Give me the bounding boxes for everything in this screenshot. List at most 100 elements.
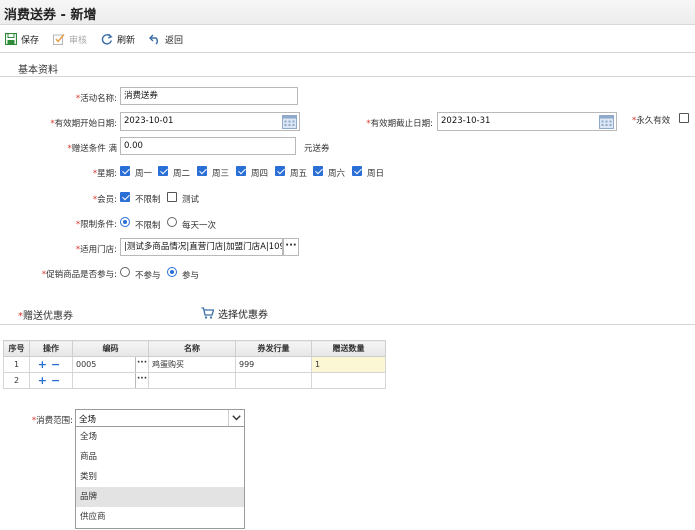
col-header-name: 名称	[148, 340, 236, 357]
row-issue: 999	[235, 356, 312, 373]
weekday-label-mon: 周一	[135, 169, 153, 179]
weekday-checkbox-sun[interactable]	[352, 166, 362, 176]
weekday-label-sat: 周六	[328, 169, 346, 179]
scope-option-brand[interactable]: 品牌	[76, 487, 244, 507]
row-code-cell[interactable]: ···	[72, 372, 149, 389]
audit-label: 审核	[69, 35, 88, 46]
select-coupon-button[interactable]: 选择优惠券	[201, 306, 268, 321]
promo-no-radio[interactable]	[120, 267, 130, 277]
weekday-label-sun: 周日	[367, 169, 385, 179]
promo-participate-label: *促销商品是否参与:	[41, 270, 117, 280]
row-name	[148, 372, 236, 389]
end-date-value: 2023-10-31	[441, 116, 491, 126]
save-button[interactable]: 保存	[5, 32, 39, 46]
weekday-checkbox-fri[interactable]	[275, 166, 285, 176]
weekday-label-thu: 周四	[251, 169, 269, 179]
weekday-checkbox-sat[interactable]	[313, 166, 323, 176]
coupon-section-title: *赠送优惠券	[18, 311, 73, 322]
stores-input[interactable]: |测试多商品情况|直营门店|加盟门店A|1090	[120, 238, 283, 256]
gift-condition-suffix: 元送券	[304, 144, 330, 154]
refresh-icon	[101, 33, 113, 45]
scope-option-supplier[interactable]: 供应商	[76, 507, 244, 527]
col-header-quantity: 赠送数量	[311, 340, 386, 357]
basic-section-title: 基本资料	[18, 65, 58, 76]
member-unlimited-checkbox[interactable]	[120, 192, 130, 202]
col-header-code: 编码	[72, 340, 149, 357]
table-header-row: 序号 操作 编码 名称 券发行量 赠送数量	[3, 340, 386, 357]
calendar-icon[interactable]	[282, 114, 297, 129]
member-label: *会员:	[92, 195, 117, 205]
chevron-down-icon[interactable]	[228, 410, 244, 426]
remove-row-icon[interactable]: −	[51, 358, 64, 371]
weekday-checkbox-thu[interactable]	[236, 166, 246, 176]
limit-unlimited-label: 不限制	[135, 221, 161, 231]
weekday-label-fri: 周五	[290, 169, 308, 179]
row-issue	[235, 372, 312, 389]
refresh-label: 刷新	[117, 35, 136, 46]
row-code: 0005	[76, 360, 97, 369]
scope-option-all[interactable]: 全场	[76, 427, 244, 447]
end-date-input[interactable]: 2023-10-31	[437, 112, 617, 131]
weekday-label: *星期:	[92, 169, 117, 179]
weekday-label-tue: 周二	[173, 169, 191, 179]
toolbar: 保存 审核 刷新 返回	[0, 26, 695, 53]
row-quantity-input[interactable]	[311, 372, 386, 389]
limit-once-a-day-label: 每天一次	[182, 221, 217, 231]
save-label: 保存	[21, 35, 40, 46]
scope-select[interactable]: 全场	[75, 409, 245, 427]
coupon-table: 序号 操作 编码 名称 券发行量 赠送数量 1 +− 0005 ··· 鸡蛋购买 …	[3, 340, 386, 389]
gift-condition-input[interactable]: 0.00	[120, 137, 296, 155]
permanent-checkbox[interactable]	[679, 113, 689, 123]
save-icon	[5, 33, 17, 45]
cart-icon	[201, 307, 214, 319]
row-index: 1	[3, 356, 30, 373]
row-code-cell[interactable]: 0005 ···	[72, 356, 149, 373]
row-quantity-input[interactable]: 1	[311, 356, 386, 373]
end-date-label: *有效期截止日期:	[366, 119, 433, 129]
stores-label: *适用门店:	[75, 245, 117, 255]
scope-option-category[interactable]: 类别	[76, 467, 244, 487]
gift-condition-label: *赠送条件 满	[67, 144, 117, 154]
refresh-button[interactable]: 刷新	[101, 32, 135, 46]
col-header-issue: 券发行量	[235, 340, 312, 357]
promo-no-label: 不参与	[135, 271, 161, 281]
weekday-checkbox-wed[interactable]	[197, 166, 207, 176]
scope-option-product[interactable]: 商品	[76, 447, 244, 467]
row-index: 2	[3, 372, 30, 389]
scope-dropdown-list: 全场 商品 类别 品牌 供应商	[75, 427, 245, 529]
weekday-checkbox-mon[interactable]	[120, 166, 130, 176]
row-actions: +−	[29, 356, 73, 373]
select-coupon-label: 选择优惠券	[218, 309, 268, 321]
table-row: 1 +− 0005 ··· 鸡蛋购买 999 1	[3, 356, 386, 373]
table-row: 2 +− ···	[3, 372, 386, 389]
member-test-checkbox[interactable]	[167, 192, 177, 202]
add-row-icon[interactable]: +	[38, 374, 51, 387]
start-date-value: 2023-10-01	[124, 116, 174, 126]
permanent-label: *永久有效	[632, 116, 671, 126]
audit-button[interactable]: 审核	[53, 32, 87, 46]
remove-row-icon[interactable]: −	[51, 374, 64, 387]
scope-label: *消费范围:	[31, 416, 73, 426]
activity-name-label: *活动名称:	[75, 94, 117, 104]
row-name: 鸡蛋购买	[148, 356, 236, 373]
activity-name-input[interactable]: 消费送券	[120, 87, 298, 105]
col-header-index: 序号	[3, 340, 30, 357]
col-header-action: 操作	[29, 340, 73, 357]
limit-once-a-day-radio[interactable]	[167, 217, 177, 227]
page-title: 消费送券 - 新增	[4, 8, 97, 23]
limit-label: *限制条件:	[75, 220, 117, 230]
back-button[interactable]: 返回	[149, 32, 183, 46]
stores-picker-button[interactable]: ···	[283, 238, 299, 256]
weekday-label-wed: 周三	[212, 169, 230, 179]
calendar-icon[interactable]	[599, 114, 614, 129]
code-picker-button[interactable]: ···	[135, 357, 148, 372]
start-date-input[interactable]: 2023-10-01	[120, 112, 300, 131]
title-bar: 消费送券 - 新增	[0, 0, 695, 25]
divider	[0, 324, 695, 325]
weekday-checkbox-tue[interactable]	[158, 166, 168, 176]
divider	[0, 76, 695, 77]
limit-unlimited-radio[interactable]	[120, 217, 130, 227]
promo-yes-radio[interactable]	[167, 267, 177, 277]
add-row-icon[interactable]: +	[38, 358, 51, 371]
code-picker-button[interactable]: ···	[135, 373, 148, 388]
